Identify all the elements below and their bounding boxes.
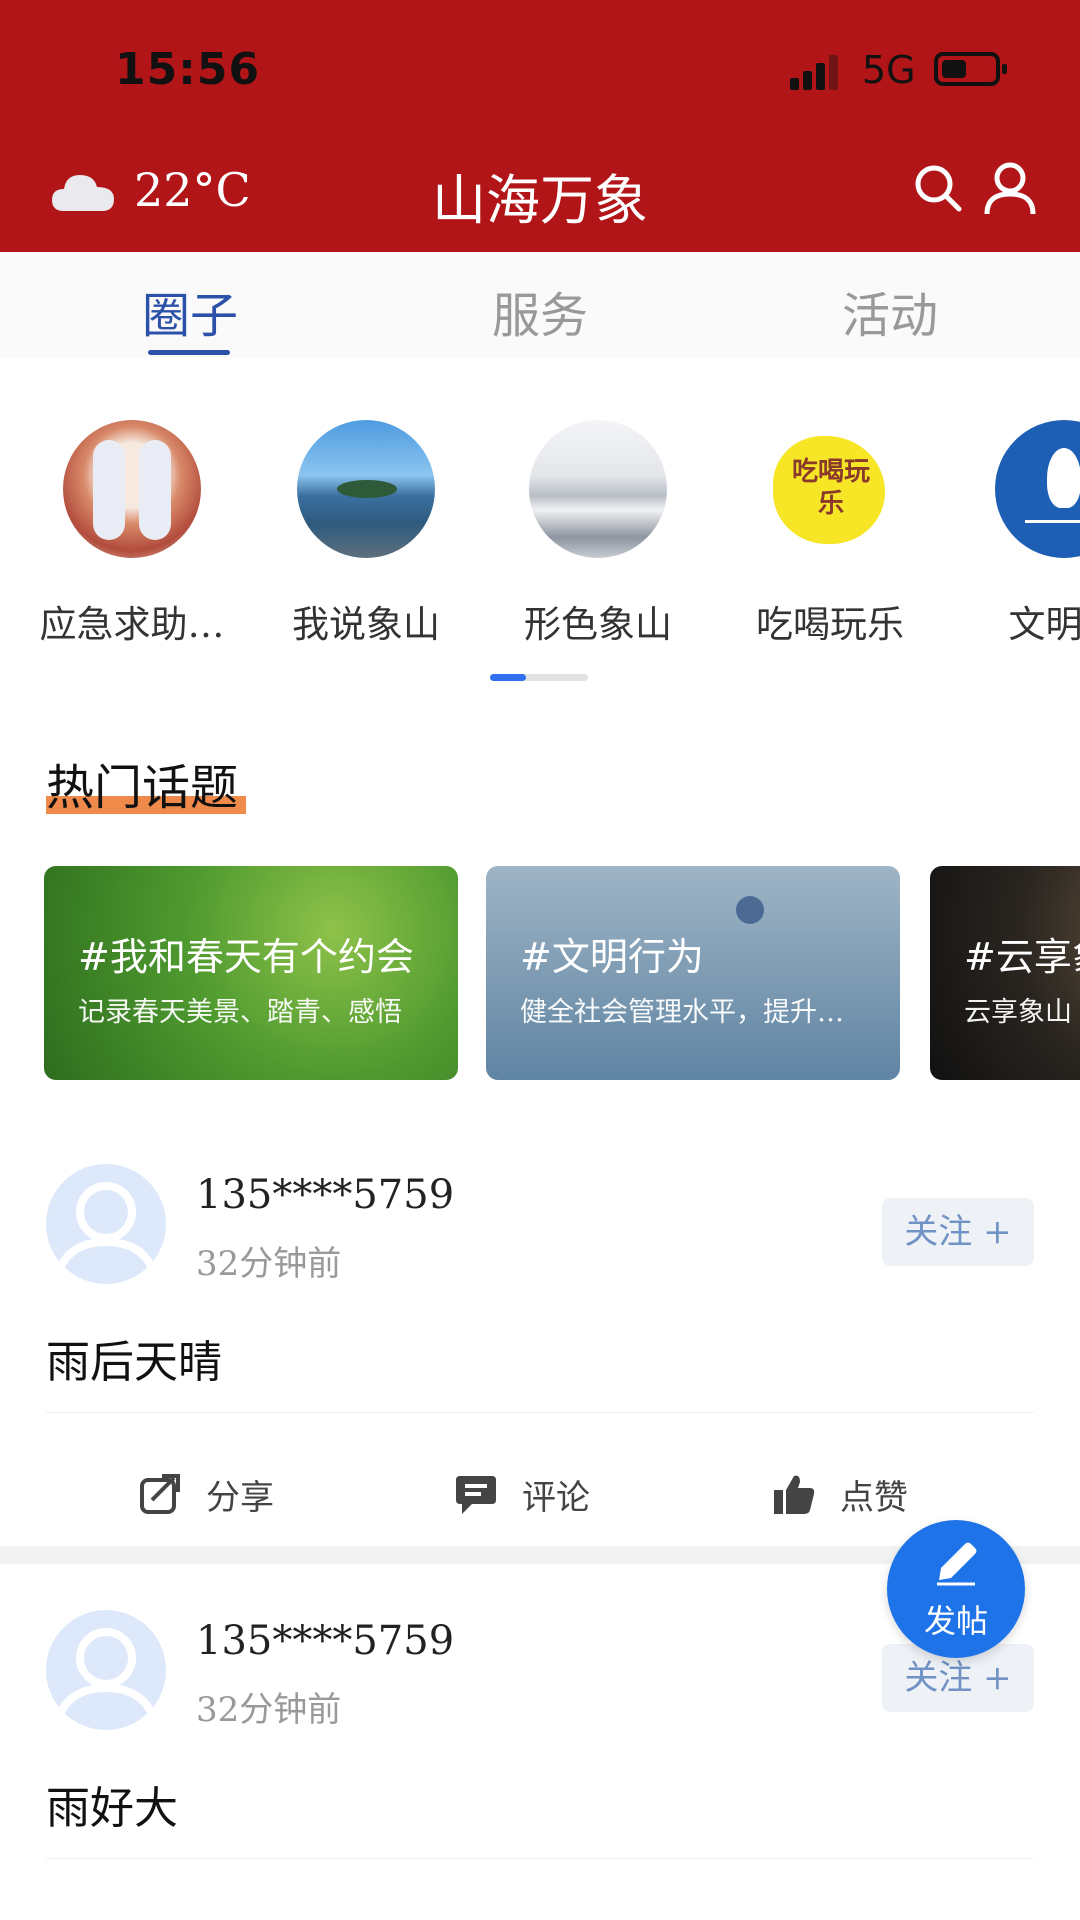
- circle-label: 文明啄: [1008, 603, 1080, 646]
- share-button[interactable]: 分享: [138, 1466, 274, 1522]
- topic-card[interactable]: #我和春天有个约会 记录春天美景、踏青、感悟: [44, 866, 458, 1080]
- food-fun-logo-text: 吃喝玩乐: [791, 457, 870, 519]
- post-username[interactable]: 135****5759: [196, 1172, 454, 1218]
- hot-topics-row: #我和春天有个约会 记录春天美景、踏青、感悟 #文明行为 健全社会管理水平，提升…: [0, 866, 1080, 1080]
- circle-avatar: [529, 420, 667, 558]
- active-tab-indicator: [148, 350, 230, 355]
- follow-button[interactable]: 关注 +: [882, 1198, 1034, 1266]
- status-bar: 15:56 5G: [0, 0, 1080, 150]
- comment-icon: [456, 1476, 496, 1514]
- comment-label: 评论: [522, 1477, 590, 1518]
- signal-icon: [790, 54, 842, 90]
- post-time: 32分钟前: [196, 1690, 342, 1730]
- status-time: 15:56: [115, 44, 261, 95]
- tab-activities[interactable]: 活动: [790, 276, 990, 346]
- tab-bar: 圈子 服务 活动: [0, 252, 1080, 358]
- circle-item-my-voice[interactable]: 我说象山: [256, 420, 476, 648]
- topic-card[interactable]: #云享象 云享象山: [930, 866, 1080, 1080]
- topic-desc: 记录春天美景、踏青、感悟: [78, 997, 402, 1028]
- topic-title: #文明行为: [520, 935, 704, 979]
- circle-avatar: 吃喝玩乐: [761, 420, 899, 558]
- divider: [46, 1858, 1034, 1859]
- post-text[interactable]: 雨后天晴: [46, 1326, 222, 1390]
- like-label: 点赞: [840, 1477, 908, 1518]
- circles-row: 应急求助… 我说象山 形色象山 吃喝玩乐 吃喝玩乐 文明啄: [0, 420, 1080, 660]
- divider: [46, 1412, 1034, 1413]
- tab-services[interactable]: 服务: [440, 276, 640, 346]
- circle-label: 吃喝玩乐: [756, 603, 904, 646]
- circle-item-scenery[interactable]: 形色象山: [488, 420, 708, 648]
- battery-icon: [934, 52, 1007, 86]
- network-label: 5G: [862, 48, 916, 92]
- topic-desc: 云享象山: [964, 997, 1072, 1028]
- section-title: 热门话题: [46, 760, 239, 816]
- circle-item-emergency[interactable]: 应急求助…: [22, 420, 242, 648]
- circle-item-food-fun[interactable]: 吃喝玩乐 吃喝玩乐: [720, 420, 940, 648]
- user-icon[interactable]: [982, 160, 1038, 216]
- avatar[interactable]: [46, 1610, 166, 1730]
- avatar[interactable]: [46, 1164, 166, 1284]
- new-post-label: 发帖: [923, 1602, 988, 1640]
- share-icon: [140, 1474, 180, 1514]
- default-avatar-icon: [56, 1182, 156, 1270]
- circle-avatar: [297, 420, 435, 558]
- topic-title: #云享象: [964, 935, 1080, 979]
- post-time: 32分钟前: [196, 1244, 342, 1284]
- tab-circle[interactable]: 圈子: [90, 276, 290, 346]
- circle-label: 我说象山: [292, 603, 440, 646]
- circle-avatar: [995, 420, 1080, 558]
- thumbs-up-icon: [774, 1475, 815, 1514]
- circles-scroll-indicator: [490, 674, 588, 681]
- search-icon[interactable]: [910, 160, 966, 216]
- circle-label: 应急求助…: [39, 603, 225, 646]
- topic-card[interactable]: #文明行为 健全社会管理水平，提升…: [486, 866, 900, 1080]
- post-username[interactable]: 135****5759: [196, 1618, 454, 1664]
- pencil-icon: [937, 1542, 977, 1586]
- circle-avatar: [63, 420, 201, 558]
- default-avatar-icon: [56, 1628, 156, 1716]
- like-button[interactable]: 点赞: [772, 1466, 908, 1522]
- circle-label: 形色象山: [524, 603, 672, 646]
- new-post-button[interactable]: 发帖: [887, 1520, 1025, 1658]
- circle-item-civilization[interactable]: 文明啄: [954, 420, 1080, 648]
- app-header: 15:56 5G 22°C 山海万象: [0, 0, 1080, 252]
- post-text[interactable]: 雨好大: [46, 1772, 178, 1836]
- comment-button[interactable]: 评论: [454, 1466, 590, 1522]
- topic-title: #我和春天有个约会: [78, 935, 414, 979]
- topic-desc: 健全社会管理水平，提升…: [520, 997, 844, 1028]
- share-label: 分享: [206, 1477, 274, 1518]
